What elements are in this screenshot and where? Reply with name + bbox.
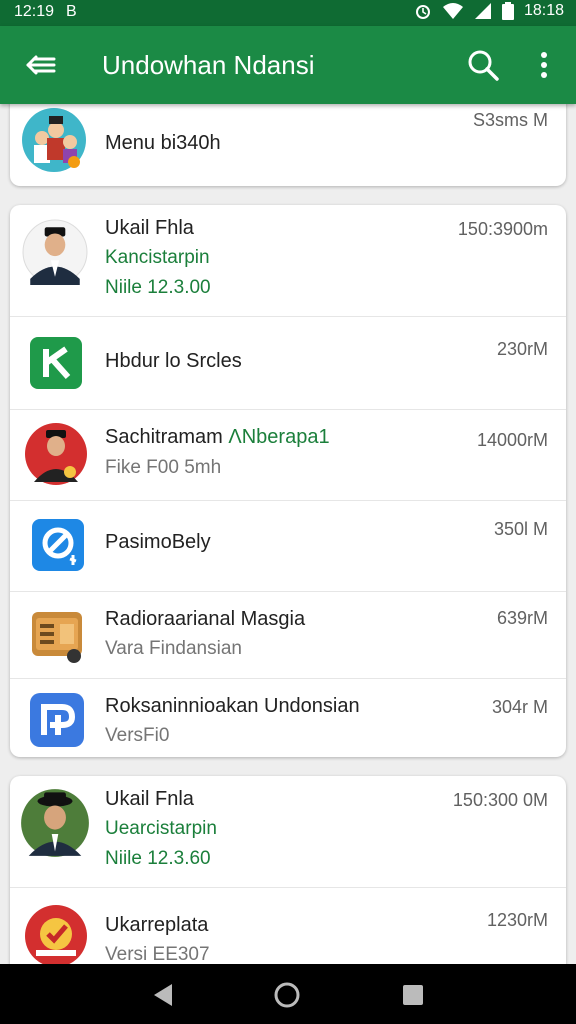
person-avatar-icon [22, 219, 88, 285]
group-avatar-icon [22, 108, 86, 172]
item-version: Niile 12.3.00 [105, 277, 211, 298]
system-nav-bar [0, 964, 576, 1024]
status-bar: 12:19 B 18:18 [0, 0, 576, 26]
list-item[interactable]: Roksaninnioakan Undonsian VersFi0 304r M [10, 679, 566, 762]
item-time: 639rM [496, 608, 548, 628]
list-item[interactable]: Radioraarianal Masgia Vara Findansian 63… [10, 592, 566, 679]
page-title: Undowhan Ndansi [102, 50, 315, 80]
item-version: Niile 12.3.60 [105, 848, 211, 869]
list-item[interactable]: Menu bi340h S3sms M [10, 104, 566, 186]
item-time: 14000rM [476, 430, 548, 450]
item-title: Radioraarianal Masgia [105, 608, 306, 630]
status-time: 12:19 [14, 3, 55, 20]
item-time: 1230rM [486, 910, 548, 930]
item-title: Ukail Fnla [105, 788, 194, 810]
app-k-icon [30, 337, 82, 389]
signal-icon [474, 3, 491, 19]
item-title: Menu bi340h [105, 132, 221, 154]
person-avatar-icon [21, 789, 89, 857]
notification-icon: B [66, 3, 77, 20]
item-time: S3sms M [472, 110, 548, 130]
recents-icon[interactable] [398, 980, 428, 1010]
item-time: 230rM [496, 339, 548, 359]
item-title: PasimoBely [105, 531, 211, 553]
more-options-icon[interactable] [530, 48, 558, 82]
list-item[interactable]: Ukail Fnla Uearcistarpin Niile 12.3.60 1… [10, 776, 566, 888]
item-subtitle: Uearcistarpin [105, 818, 217, 839]
app-link-icon [32, 519, 84, 571]
item-subtitle: Kancistarpin [105, 247, 210, 268]
item-time: 304r M [491, 697, 548, 717]
item-title: Ukail Fhla [105, 217, 194, 239]
status-clock: 18:18 [523, 2, 564, 19]
list-card: Ukail Fnla Uearcistarpin Niile 12.3.60 1… [10, 776, 566, 964]
battery-icon [501, 2, 514, 20]
app-list[interactable]: Menu bi340h S3sms M Ukail Fhla Kancistar… [0, 104, 576, 964]
item-subtitle: VersFi0 [105, 725, 170, 746]
item-time: 150:300 0M [452, 790, 548, 810]
search-icon[interactable] [466, 48, 500, 82]
app-p-icon [30, 693, 84, 747]
list-item[interactable]: Ukarreplata Versi EE307 1230rM [10, 888, 566, 964]
list-card: Ukail Fhla Kancistarpin Niile 12.3.00 15… [10, 205, 566, 757]
radio-app-icon [32, 612, 82, 663]
app-bar: Undowhan Ndansi [0, 26, 576, 104]
home-icon[interactable] [272, 980, 302, 1010]
alarm-icon [415, 5, 430, 19]
item-title: Sachitramam ɅNberapa1 [105, 426, 330, 448]
list-item[interactable]: PasimoBely 350l M [10, 501, 566, 592]
app-badge-icon [25, 905, 87, 964]
item-subtitle: Fike F00 5mh [105, 457, 222, 478]
item-time: 350l M [493, 519, 548, 539]
item-title: Roksaninnioakan Undonsian [105, 695, 360, 717]
list-card: Menu bi340h S3sms M [10, 104, 566, 186]
list-item[interactable]: Ukail Fhla Kancistarpin Niile 12.3.00 15… [10, 205, 566, 317]
item-subtitle: Versi EE307 [105, 944, 210, 964]
item-title: Hbdur lo Srcles [105, 350, 242, 372]
person-avatar-icon [25, 423, 87, 485]
list-item[interactable]: Sachitramam ɅNberapa1 Fike F00 5mh 14000… [10, 410, 566, 501]
wifi-icon [442, 3, 463, 19]
list-item[interactable]: Hbdur lo Srcles 230rM [10, 317, 566, 410]
item-subtitle: Vara Findansian [105, 638, 242, 659]
item-time: 150:3900m [457, 219, 548, 239]
back-menu-icon[interactable] [24, 50, 58, 80]
back-icon[interactable] [148, 980, 178, 1010]
item-title: Ukarreplata [105, 914, 209, 936]
